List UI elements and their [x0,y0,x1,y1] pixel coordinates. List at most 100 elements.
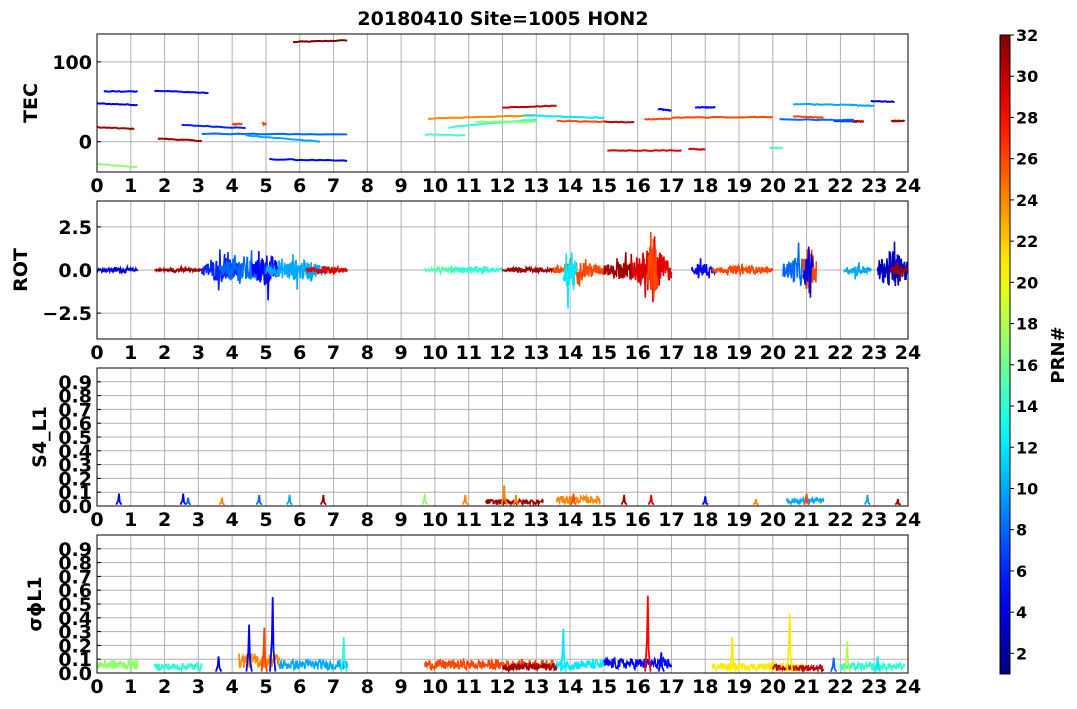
x-tick-label: 8 [361,676,374,698]
x-tick-label: 19 [726,342,752,364]
panel-3: 0 1 2 3 4 5 6 7 8 9 10 11 12 13 14 15 16 17 18 19 20 21 22 23 24… [29,367,921,531]
x-tick-label: 11 [455,509,481,531]
x-tick-label: 6 [293,342,306,364]
band-trace-prn-10 [278,657,348,672]
spike-prn-17 [421,493,429,506]
x-tick-label: 20 [760,175,786,197]
x-tick-label: 22 [827,175,853,197]
x-tick-label: 2 [158,509,171,531]
x-tick-label: 8 [361,342,374,364]
colorbar-tick-label: 16 [1016,356,1038,375]
y-tick-label: 0.0 [58,260,92,282]
series-line-prn-15 [424,133,466,137]
x-tick-label: 15 [591,342,617,364]
colorbar-tick-label: 6 [1016,562,1027,581]
x-tick-label: 15 [591,676,617,698]
colorbar-tick-label: 4 [1016,603,1027,622]
x-tick-label: 10 [422,175,448,197]
series-line-prn-8 [779,118,854,122]
x-tick-label: 13 [523,676,549,698]
x-tick-label: 3 [192,509,205,531]
x-tick-label: 1 [124,509,137,531]
x-tick-label: 13 [523,509,549,531]
spike-prn-29 [647,494,655,506]
series-line-prn-30 [603,120,635,124]
x-tick-label: 22 [827,342,853,364]
colorbar-tick-label: 22 [1016,232,1038,251]
x-tick-label: 7 [327,676,340,698]
x-tick-label: 13 [523,342,549,364]
series-line-prn-26 [231,122,243,126]
x-tick-label: 19 [726,509,752,531]
x-tick-label: 1 [124,175,137,197]
x-tick-label: 20 [760,342,786,364]
colorbar-tick-label: 18 [1016,315,1038,334]
rot-trace-prn-3 [876,241,908,287]
colorbar-gradient [999,34,1011,675]
colorbar-tick-label: 24 [1016,191,1038,210]
spike-prn-8 [830,657,838,673]
x-tick-label: 7 [327,509,340,531]
x-tick-label: 16 [624,175,650,197]
spike-prn-10 [286,494,293,506]
colorbar-tick-label: 8 [1016,521,1027,540]
x-tick-label: 5 [259,175,272,197]
colorbar-tick-label: 20 [1016,273,1038,292]
y-tick-label: 0 [79,132,92,154]
spike-prn-24 [512,494,520,506]
x-tick-label: 3 [192,342,205,364]
spike-prn-31 [319,494,327,506]
x-tick-label: 6 [293,509,306,531]
y-tick-label: 0.9 [58,539,92,561]
series-line-prn-26 [556,119,605,124]
grid [96,34,909,172]
series-line-prn-26 [261,121,267,128]
x-tick-label: 19 [726,175,752,197]
series-line-prn-26 [792,115,824,119]
x-tick-label: 18 [692,342,718,364]
colorbar-label: PRN# [1048,326,1069,383]
x-tick-label: 12 [489,175,515,197]
x-tick-label: 17 [658,342,684,364]
panel-1: 0 1 2 3 4 5 6 7 8 9 10 11 12 13 14 15 16 17 18 19 20 21 22 23 24… [20,33,921,197]
x-tick-label: 0 [90,676,103,698]
x-tick-label: 20 [760,676,786,698]
series-line-prn-30 [502,104,557,109]
x-tick-label: 9 [395,342,408,364]
y-tick-label: 2.5 [58,217,92,239]
rot-trace-prn-14 [451,265,503,275]
x-tick-label: 4 [226,509,239,531]
x-tick-label: 3 [192,175,205,197]
series-line-prn-17 [475,120,537,124]
x-tick-label: 9 [395,676,408,698]
x-tick-label: 14 [557,676,583,698]
x-tick-label: 9 [395,509,408,531]
x-tick-label: 13 [523,175,549,197]
x-tick-label: 3 [192,676,205,698]
x-tick-label: 2 [158,676,171,698]
spike-prn-31 [620,494,628,506]
y-tick-label: 100 [52,52,92,74]
series-line-prn-30 [853,119,865,124]
x-tick-label: 5 [259,509,272,531]
y-tick-label: 0.9 [58,372,92,394]
ylabel-tec: TEC [20,83,42,123]
x-tick-label: 19 [726,676,752,698]
series-line-prn-15 [769,146,784,150]
panel-2: 0 1 2 3 4 5 6 7 8 9 10 11 12 13 14 15 16 17 18 19 20 21 22 23 24… [10,200,921,364]
x-tick-label: 10 [422,342,448,364]
x-tick-label: 0 [90,342,103,364]
colorbar-tick-label: 10 [1016,479,1038,498]
grid [96,535,909,674]
colorbar-tick-label: 26 [1016,150,1038,169]
x-tick-label: 17 [658,509,684,531]
series-line-prn-29 [688,147,706,151]
rot-trace-prn-31 [501,264,558,275]
x-tick-label: 5 [259,676,272,698]
ylabel-s4: S4_L1 [29,406,51,468]
x-tick-label: 21 [793,676,819,698]
data-layer [115,485,901,506]
x-tick-label: 6 [293,175,306,197]
x-tick-label: 18 [692,175,718,197]
colorbar-tick-label: 30 [1016,67,1038,86]
